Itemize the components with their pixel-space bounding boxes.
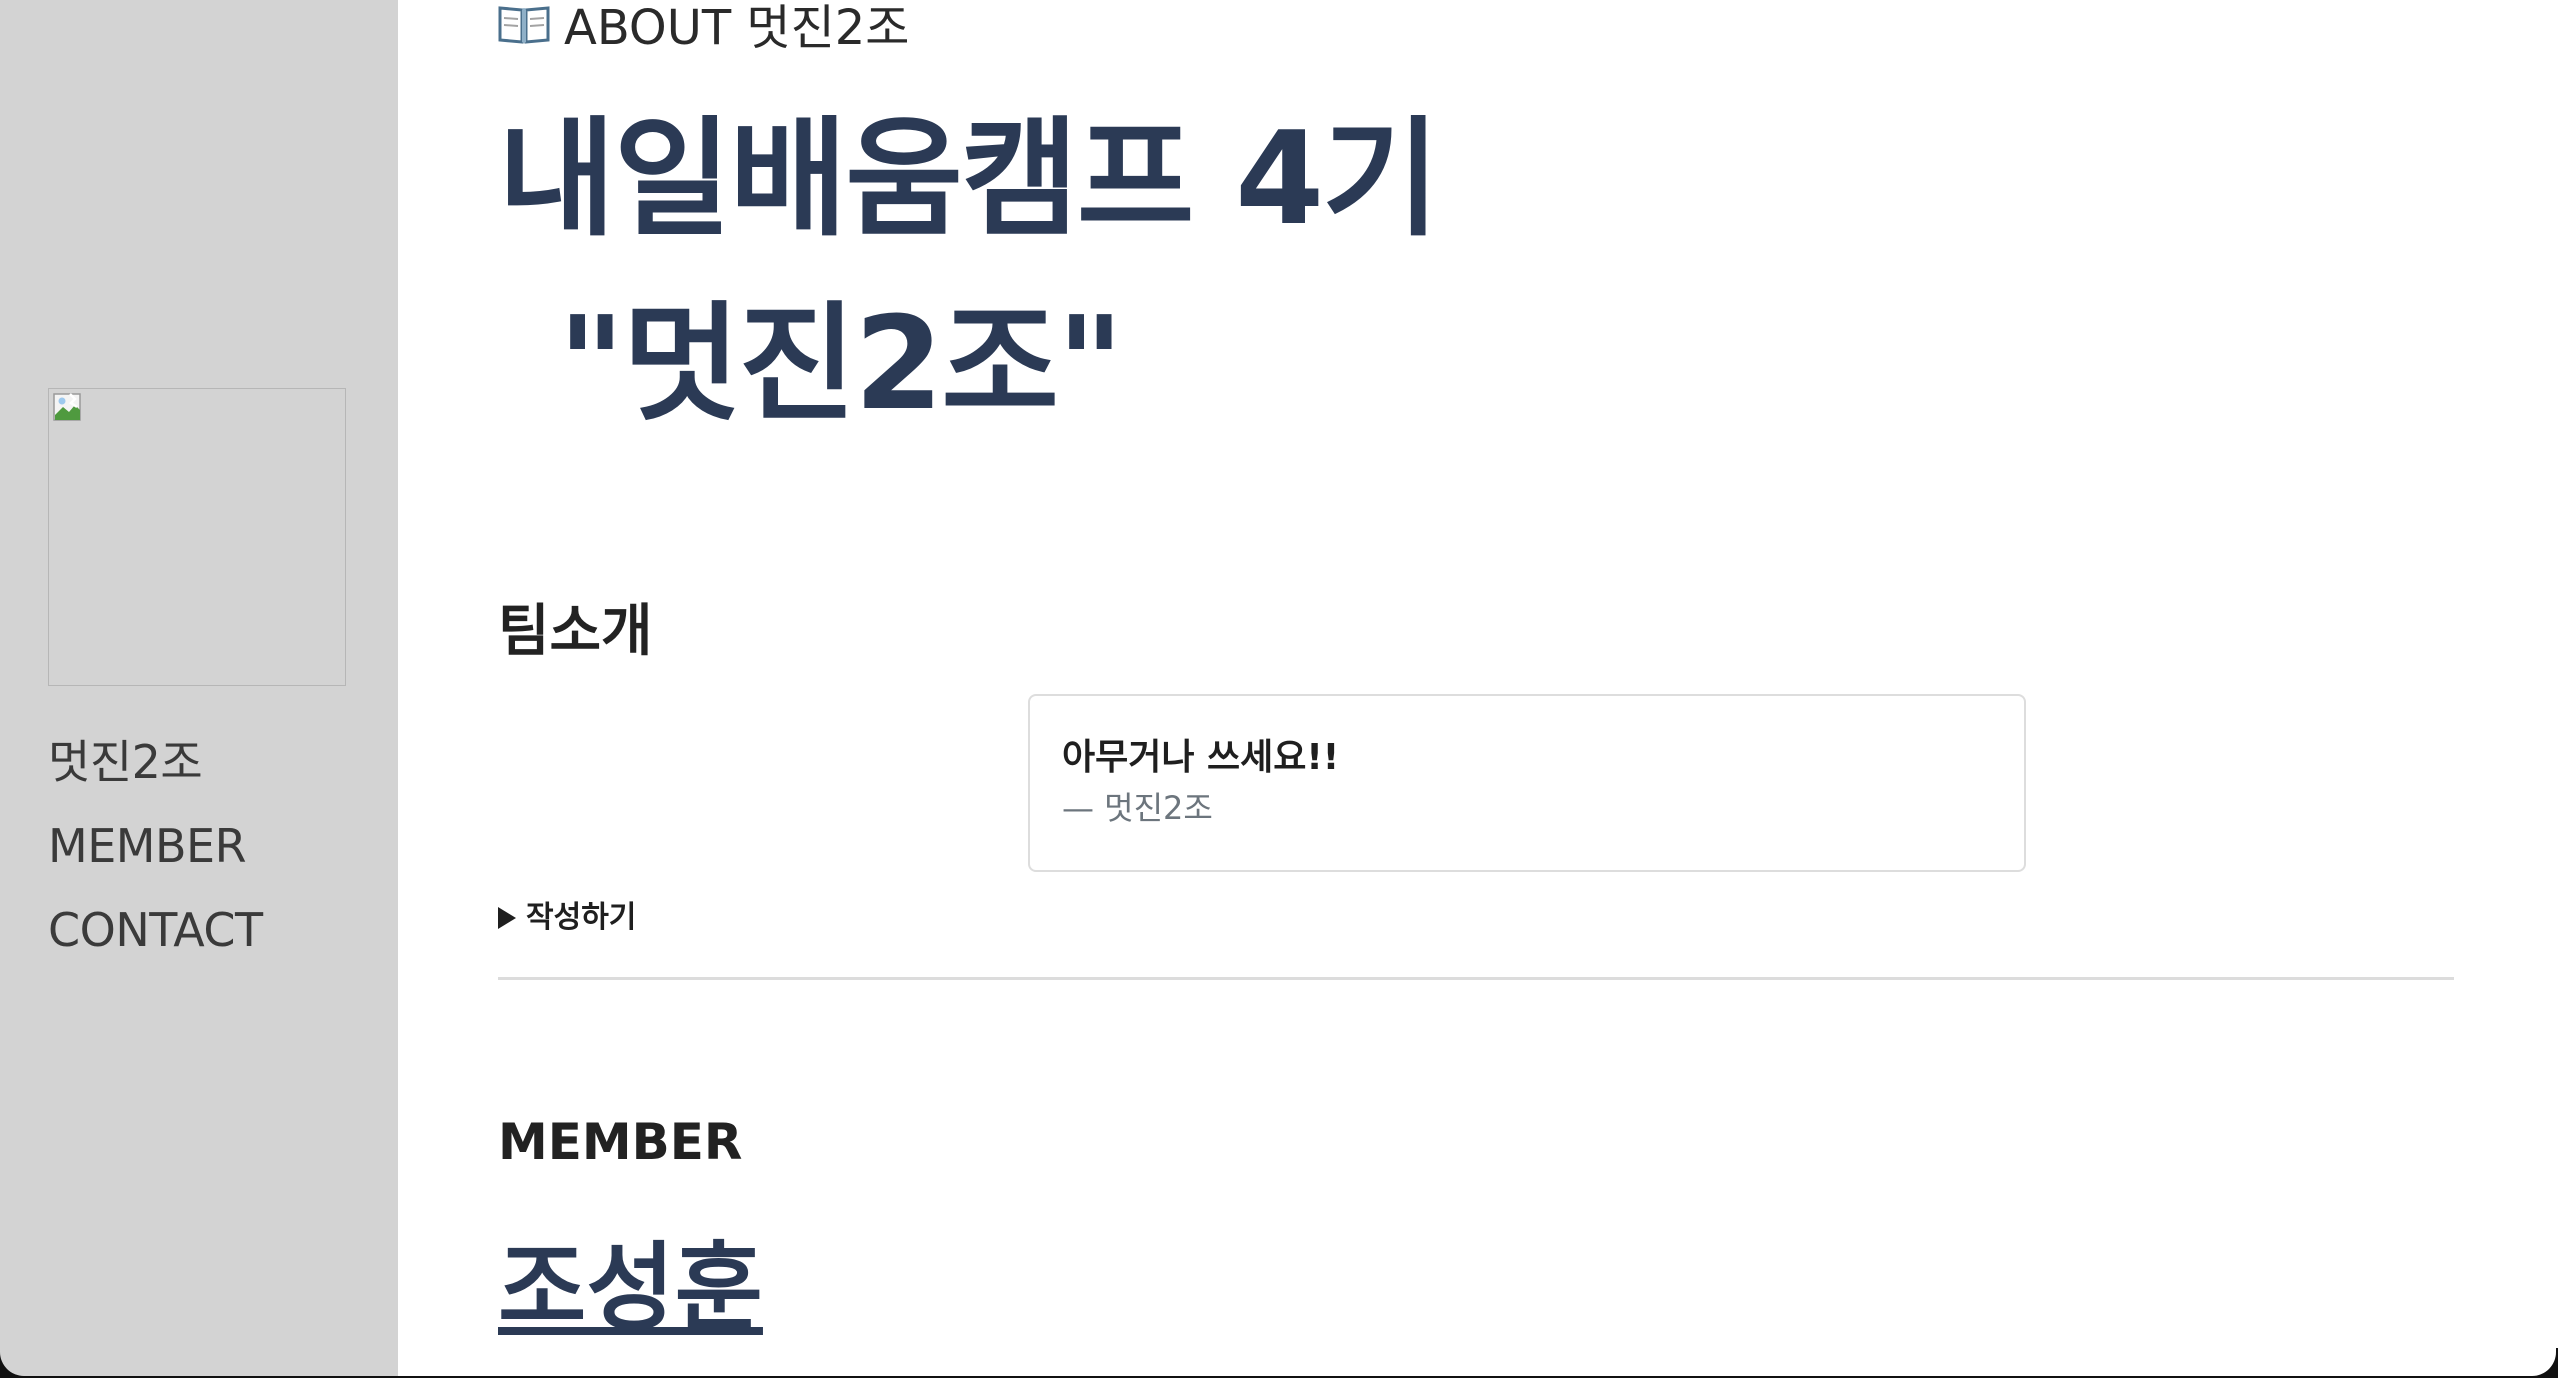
page-heading: ABOUT 멋진2조 bbox=[498, 0, 909, 56]
team-section-title: 팀소개 bbox=[498, 599, 653, 664]
disclosure-triangle-icon bbox=[498, 907, 516, 929]
sidebar-nav: 멋진2조 MEMBER CONTACT bbox=[48, 730, 263, 962]
page-heading-text: ABOUT 멋진2조 bbox=[564, 0, 910, 56]
nav-link-contact[interactable]: CONTACT bbox=[48, 898, 263, 962]
quote-card: 아무거나 쓰세요!! — 멋진2조 bbox=[1028, 694, 2026, 872]
section-divider bbox=[498, 977, 2454, 980]
page: 멋진2조 MEMBER CONTACT ABOUT 멋진2조 내일배움캠프 4기… bbox=[0, 0, 2558, 1378]
broken-image-icon bbox=[53, 393, 81, 421]
hero-title-line1: 내일배움캠프 4기 bbox=[498, 105, 1440, 254]
window-corner-right bbox=[2528, 1348, 2558, 1378]
write-details-toggle[interactable]: 작성하기 bbox=[498, 898, 636, 938]
nav-link-member[interactable]: MEMBER bbox=[48, 814, 263, 878]
nav-link-team[interactable]: 멋진2조 bbox=[48, 730, 263, 794]
quote-author: — 멋진2조 bbox=[1062, 789, 1213, 827]
team-logo-image bbox=[48, 388, 346, 686]
main-content: ABOUT 멋진2조 내일배움캠프 4기 "멋진2조" 팀소개 아무거나 쓰세요… bbox=[498, 0, 2458, 1378]
hero-title-line2: "멋진2조" bbox=[558, 290, 1124, 439]
member-section-title: MEMBER bbox=[498, 1113, 743, 1171]
write-details-label: 작성하기 bbox=[526, 900, 637, 935]
member-name-link[interactable]: 조성훈 bbox=[498, 1230, 763, 1346]
window-corner-right-fill bbox=[2528, 1348, 2556, 1376]
sidebar: 멋진2조 MEMBER CONTACT bbox=[0, 0, 398, 1378]
open-book-icon bbox=[498, 6, 550, 44]
quote-text: 아무거나 쓰세요!! bbox=[1062, 737, 1340, 778]
